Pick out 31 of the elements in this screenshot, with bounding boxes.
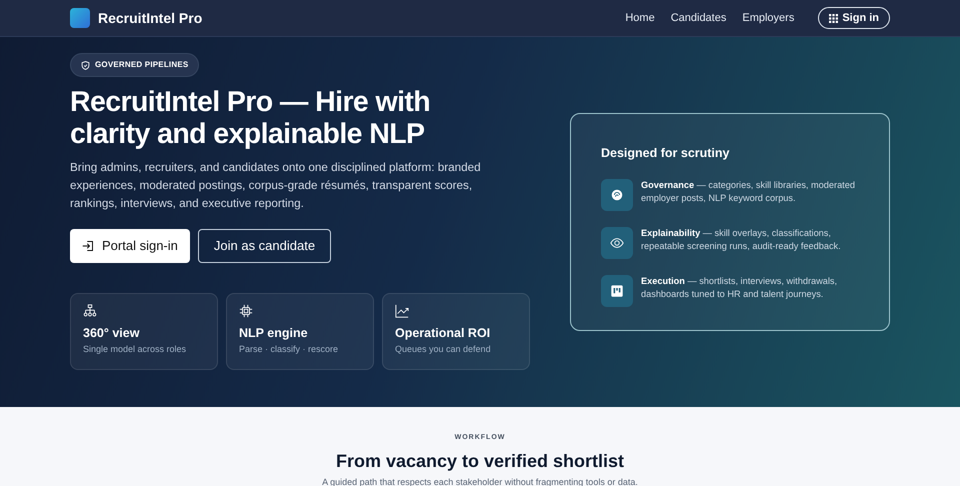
badge-label: GOVERNED PIPELINES xyxy=(95,59,188,71)
stat-title: 360° view xyxy=(83,324,140,342)
section-title: From vacancy to verified shortlist xyxy=(334,450,626,473)
nav-link[interactable]: Employers xyxy=(742,10,794,26)
feature-description: Explainability — skill overlays, classifications, repeatable screening runs, audit-ready feedback. xyxy=(641,226,842,254)
nav-link[interactable]: Home xyxy=(625,10,655,26)
feature-description: Execution — shortlists, interviews, withdrawals, dashboards tuned to HR and talent journeys. xyxy=(641,274,838,302)
feature-description: Governance — categories, skill libraries, moderated employer posts, NLP keyword corpus. xyxy=(641,178,856,206)
stat-subtitle: Queues you can defend xyxy=(395,342,492,356)
grid-icon xyxy=(829,14,838,22)
chip-icon xyxy=(239,304,253,318)
panel-title: Designed for scrutiny xyxy=(601,145,730,162)
nav-link[interactable]: Candidates xyxy=(670,10,726,26)
hero-title: RecruitIntel Pro — Hire with clarity and explainable NLP xyxy=(70,86,432,152)
stat-subtitle: Parse · classify · rescore xyxy=(239,342,340,356)
hierarchy-icon xyxy=(83,304,97,318)
kanban-icon xyxy=(610,284,624,298)
stat-title: NLP engine xyxy=(239,324,309,342)
sign-in-icon xyxy=(82,240,94,252)
stat-title: Operational ROI xyxy=(395,324,492,342)
brand-logo-icon[interactable] xyxy=(70,8,90,28)
join-button[interactable]: Join as candidate xyxy=(198,229,332,263)
eye-icon xyxy=(610,236,624,250)
sign-in-button[interactable]: Sign in xyxy=(818,6,890,30)
portal-sign-in-button[interactable]: Portal sign-in xyxy=(70,229,190,263)
shield-icon xyxy=(81,60,90,70)
stat-subtitle: Single model across roles xyxy=(83,342,188,356)
brand-name[interactable]: RecruitIntel Pro xyxy=(98,8,202,28)
hero-description: Bring admins, recruiters, and candidates onto one disciplined platform: branded experiences, moderated postings, corpus-grade résumés, transparent scores, rankings, interviews, and executive reporting. xyxy=(70,160,482,212)
section-subtitle: A guided path that respects each stakeholder without fragmenting tools or data. xyxy=(321,476,639,486)
line-chart-icon xyxy=(395,304,409,318)
